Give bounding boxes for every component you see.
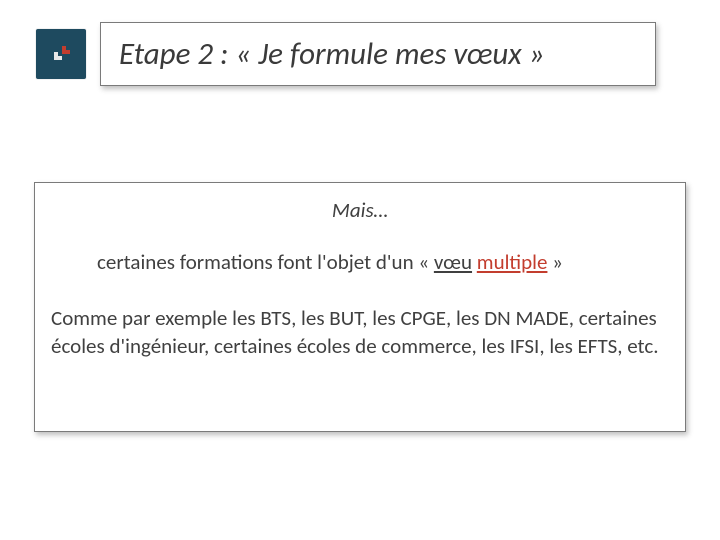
body-text: Comme par exemple les BTS, les BUT, les … xyxy=(51,305,669,360)
slide-title: Etape 2 : « Je formule mes vœux » xyxy=(119,35,545,73)
content-box: Mais… certaines formations font l'objet … xyxy=(34,182,686,432)
sub-underline-2: multiple xyxy=(477,249,548,275)
parcoursup-logo xyxy=(36,29,86,79)
lead-text: Mais… xyxy=(51,197,669,223)
sub-text: certaines formations font l'objet d'un «… xyxy=(51,249,669,275)
sub-prefix: certaines formations font l'objet d'un « xyxy=(97,249,434,275)
sub-underline-1: vœu xyxy=(434,249,472,275)
arrows-icon xyxy=(45,38,77,70)
slide: Etape 2 : « Je formule mes vœux » Mais… … xyxy=(0,0,720,540)
sub-suffix: » xyxy=(547,249,563,275)
title-box: Etape 2 : « Je formule mes vœux » xyxy=(100,22,656,86)
